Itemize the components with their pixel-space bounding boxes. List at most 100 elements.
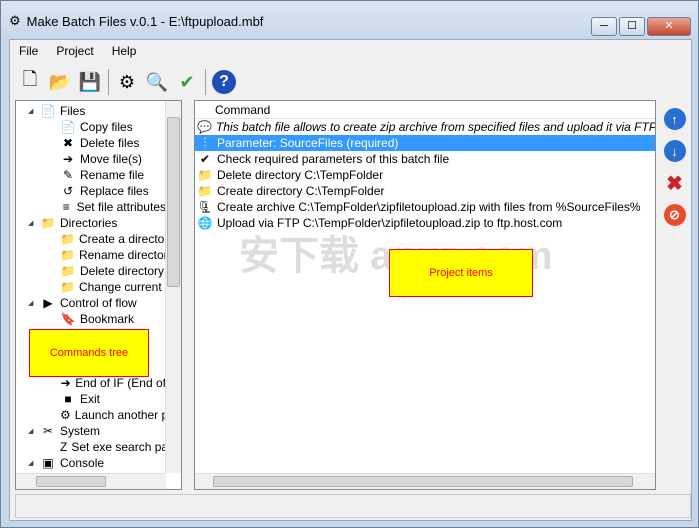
- tree-node-icon: ✂: [42, 424, 54, 438]
- command-icon: 🗜: [197, 200, 213, 214]
- commands-tree-annotation: Commands tree: [29, 329, 149, 377]
- tree-node[interactable]: 📁 Rename directory: [16, 247, 174, 263]
- tree-node-label: End of IF (End of: [75, 376, 166, 390]
- tree-node-icon: ▣: [42, 456, 54, 470]
- command-text: Check required parameters of this batch …: [217, 152, 450, 166]
- tree-node[interactable]: ◢ ▶ Control of flow: [16, 295, 166, 311]
- tree-node-label: Delete files: [80, 136, 140, 150]
- tree-node-icon: ≡: [62, 200, 70, 214]
- tree-node-icon: ↺: [62, 184, 74, 198]
- tree-node-label: Control of flow: [60, 296, 137, 310]
- tree-node[interactable]: 📁 Create a directory: [16, 231, 174, 247]
- new-file-icon[interactable]: 🗋: [16, 68, 44, 96]
- tree-node-label: Create a directory: [78, 232, 175, 246]
- disable-icon[interactable]: ⊘: [663, 204, 686, 226]
- tree-node[interactable]: 🔖 Bookmark: [16, 311, 166, 327]
- expand-toggle-icon[interactable]: ◢: [28, 299, 40, 307]
- open-file-icon[interactable]: 📂: [46, 68, 74, 96]
- project-items-list: 💬 This batch file allows to create zip ar…: [195, 119, 655, 231]
- expand-toggle-icon[interactable]: ◢: [28, 219, 40, 227]
- tree-node[interactable]: 📁 Change current d: [16, 279, 172, 295]
- items-horizontal-scrollbar[interactable]: [195, 473, 655, 489]
- command-icon: 📁: [197, 184, 213, 198]
- settings-gear-icon[interactable]: ⚙: [113, 68, 141, 96]
- title-bar: ⚙ Make Batch Files v.0.1 - E:\ftpupload.…: [9, 11, 263, 31]
- move-down-icon[interactable]: ↓: [663, 140, 686, 162]
- project-item-row[interactable]: 📁 Create directory C:\TempFolder: [195, 183, 655, 199]
- tree-node-icon: 📁: [60, 280, 75, 294]
- menu-file[interactable]: File: [10, 42, 47, 62]
- tree-node-label: Move file(s): [80, 152, 143, 166]
- tree-node-label: Bookmark: [80, 312, 135, 326]
- menu-project[interactable]: Project: [47, 42, 102, 62]
- expand-toggle-icon[interactable]: ◢: [28, 459, 40, 467]
- minimize-button[interactable]: ─: [591, 17, 617, 36]
- commands-tree: ◢ 📄 Files 📄 Copy files ✖ Delete files ➔ Move fil…: [16, 103, 174, 471]
- tree-node[interactable]: ✖ Delete files: [16, 135, 166, 151]
- project-item-row[interactable]: 📁 Delete directory C:\TempFolder: [195, 167, 655, 183]
- tree-node[interactable]: 📄 Copy files: [16, 119, 166, 135]
- project-item-row[interactable]: 🗜 Create archive C:\TempFolder\zipfiletou…: [195, 199, 655, 215]
- status-bar: [15, 494, 691, 518]
- tree-node[interactable]: ↺ Replace files: [16, 183, 166, 199]
- tree-node-icon: 🔖: [60, 312, 76, 326]
- tree-node-label: Replace files: [80, 184, 149, 198]
- save-icon[interactable]: 💾: [76, 68, 104, 96]
- tree-node[interactable]: ≡ Set file attributes: [16, 199, 166, 215]
- menu-help[interactable]: Help: [103, 42, 146, 62]
- tree-node-label: Change current d: [78, 280, 172, 294]
- tree-node-icon: 📁: [60, 232, 75, 246]
- tree-node[interactable]: 📁 Delete directory: [16, 263, 166, 279]
- tree-node-icon: ⚙: [60, 408, 71, 422]
- preview-icon[interactable]: 🔍: [143, 68, 171, 96]
- help-icon[interactable]: ?: [210, 68, 238, 96]
- command-icon: 🌐: [197, 216, 213, 230]
- project-items-annotation: Project items: [389, 249, 533, 297]
- tree-node-label: Set file attributes: [76, 200, 166, 214]
- command-icon: 📁: [197, 168, 213, 182]
- check-icon[interactable]: ✔: [173, 68, 201, 96]
- tree-node-icon: ■: [64, 392, 72, 406]
- project-item-row[interactable]: ⫶ Parameter: SourceFiles (required): [195, 135, 655, 151]
- command-icon: 💬: [197, 120, 212, 134]
- toolbar: 🗋 📂 💾 ⚙ 🔍 ✔ ?: [16, 66, 238, 98]
- command-text: Delete directory C:\TempFolder: [217, 168, 384, 182]
- tree-node-label: Exit: [80, 392, 101, 406]
- tree-node-icon: ▶: [43, 296, 53, 310]
- tree-node[interactable]: ⚙ Launch another p: [16, 407, 169, 423]
- column-header-command[interactable]: Command: [195, 101, 655, 119]
- tree-node[interactable]: ✎ Rename file: [16, 167, 166, 183]
- command-icon: ✔: [199, 152, 211, 166]
- expand-toggle-icon[interactable]: ◢: [28, 107, 40, 115]
- tree-node-icon: 📁: [60, 248, 75, 262]
- tree-node[interactable]: ◢ 📁 Directories: [16, 215, 166, 231]
- tree-node[interactable]: ◢ ▣ Console: [16, 455, 166, 471]
- tree-node[interactable]: Z Set exe search pa: [16, 439, 169, 455]
- project-item-row[interactable]: 💬 This batch file allows to create zip ar…: [195, 119, 655, 135]
- command-text: Create directory C:\TempFolder: [217, 184, 385, 198]
- tree-node-icon: ✖: [62, 136, 74, 150]
- project-item-row[interactable]: ✔ Check required parameters of this batch…: [195, 151, 655, 167]
- tree-node-label: Rename file: [80, 168, 145, 182]
- tree-node[interactable]: ◢ ✂ System: [16, 423, 166, 439]
- tree-horizontal-scrollbar[interactable]: [16, 473, 166, 489]
- app-window: ⚙ Make Batch Files v.0.1 - E:\ftpupload.…: [0, 0, 699, 528]
- delete-icon[interactable]: ✖: [664, 172, 686, 195]
- close-button[interactable]: ✕: [647, 17, 691, 36]
- tree-node-label: Launch another p: [74, 408, 169, 422]
- app-icon: ⚙: [9, 13, 21, 28]
- tree-node[interactable]: ➔ Move file(s): [16, 151, 166, 167]
- menu-bar: File Project Help: [10, 42, 145, 62]
- tree-node-label: Set exe search pa: [71, 440, 169, 454]
- tree-node-icon: 📁: [60, 264, 76, 278]
- tree-node[interactable]: ■ Exit: [16, 391, 166, 407]
- maximize-button[interactable]: ☐: [619, 17, 645, 36]
- toolbar-separator: [205, 69, 206, 95]
- tree-node[interactable]: ➔ End of IF (End of: [16, 375, 166, 391]
- item-actions-bar: ↑ ↓ ✖ ⊘: [658, 100, 691, 490]
- tree-vertical-scrollbar[interactable]: [165, 101, 181, 473]
- move-up-icon[interactable]: ↑: [663, 108, 686, 130]
- window-title: Make Batch Files v.0.1 - E:\ftpupload.mb…: [26, 13, 264, 29]
- expand-toggle-icon[interactable]: ◢: [28, 427, 40, 435]
- tree-node[interactable]: ◢ 📄 Files: [16, 103, 166, 119]
